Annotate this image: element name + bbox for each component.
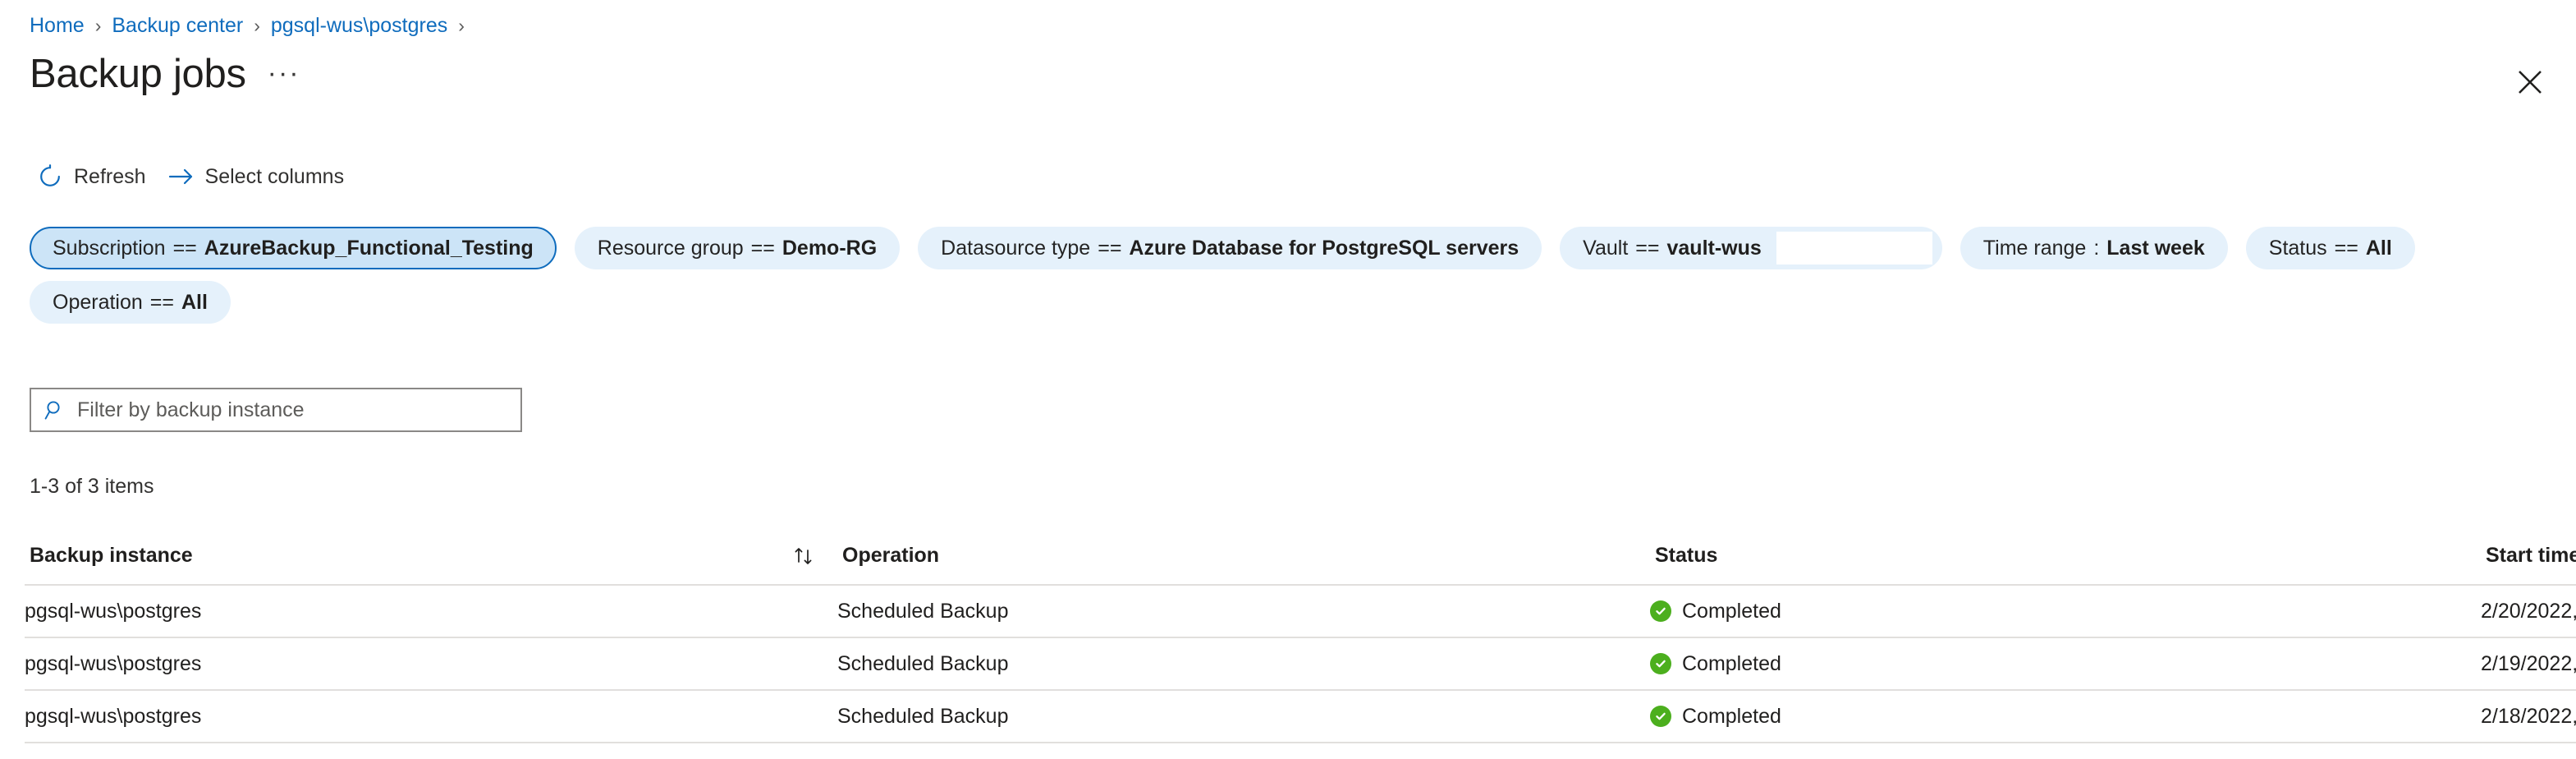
filter-value: Azure Database for PostgreSQL servers: [1129, 236, 1519, 260]
cell-status: Completed: [1650, 690, 2481, 743]
column-label: Backup instance: [30, 544, 193, 567]
filter-operator: ==: [172, 236, 197, 260]
filter-key: Time range: [1982, 236, 2087, 260]
filter-operator: ==: [149, 290, 174, 314]
cell-backup-instance: pgsql-wus\postgres: [25, 637, 837, 691]
column-label: Status: [1655, 544, 1718, 567]
status-success-icon: [1650, 653, 1671, 674]
cell-operation: Scheduled Backup: [837, 637, 1650, 691]
vault-filter-input[interactable]: [1776, 232, 1932, 264]
arrow-right-icon: [167, 163, 195, 191]
filter-pill-datasource-type[interactable]: Datasource type == Azure Database for Po…: [918, 227, 1542, 269]
filter-operator: ==: [750, 236, 775, 260]
column-header-backup-instance[interactable]: Backup instance: [25, 527, 837, 586]
filter-value: Demo-RG: [782, 236, 878, 260]
search-icon: [43, 398, 67, 422]
status-label: Completed: [1682, 599, 1781, 623]
breadcrumb-separator: ›: [94, 14, 102, 36]
column-label: Operation: [842, 544, 940, 567]
search-input[interactable]: [76, 397, 509, 423]
item-count-label: 1-3 of 3 items: [30, 475, 154, 498]
filter-value: AzureBackup_Functional_Testing: [204, 236, 534, 260]
filter-operator: ==: [1098, 236, 1122, 260]
cell-status: Completed: [1650, 637, 2481, 691]
cell-start-time: 2/19/2022, 8:00:09 PM: [2481, 637, 2576, 691]
page-more-menu-button[interactable]: ···: [268, 59, 300, 87]
column-label: Start time: [2486, 544, 2576, 567]
backup-jobs-table: Backup instance Operation Status Start t…: [25, 527, 2576, 743]
table-row[interactable]: pgsql-wus\postgres Scheduled Backup Comp…: [25, 585, 2576, 638]
refresh-button[interactable]: Refresh: [30, 154, 161, 199]
filter-key: Vault: [1583, 236, 1629, 260]
filter-value: All: [181, 290, 208, 314]
filter-key: Datasource type: [941, 236, 1091, 260]
breadcrumb-item-pgsql-wus-postgres[interactable]: pgsql-wus\postgres: [271, 14, 447, 38]
filter-key: Resource group: [597, 236, 744, 260]
page-title: Backup jobs: [30, 52, 246, 96]
filter-pill-vault[interactable]: Vault == vault-wus: [1560, 227, 1942, 269]
filter-pill-resource-group[interactable]: Resource group == Demo-RG: [574, 227, 901, 269]
filter-key: Subscription: [53, 236, 166, 260]
filter-operator: ==: [2334, 236, 2358, 260]
status-success-icon: [1650, 600, 1671, 622]
filter-pill-time-range[interactable]: Time range : Last week: [1960, 227, 2228, 269]
filter-value: Last week: [2106, 236, 2205, 260]
filter-key: Operation: [53, 290, 143, 314]
breadcrumb-separator: ›: [458, 14, 465, 36]
refresh-icon: [36, 163, 64, 191]
search-box[interactable]: [30, 388, 522, 432]
sort-icon[interactable]: [790, 542, 818, 570]
close-button[interactable]: [2507, 61, 2553, 104]
refresh-label: Refresh: [74, 164, 146, 188]
filter-pill-subscription[interactable]: Subscription == AzureBackup_Functional_T…: [30, 227, 557, 269]
cell-start-time: 2/18/2022, 8:00:01 PM: [2481, 690, 2576, 743]
filter-operator: :: [2093, 236, 2100, 260]
status-label: Completed: [1682, 704, 1781, 728]
filter-value: vault-wus: [1666, 236, 1762, 260]
breadcrumb-item-home[interactable]: Home: [30, 14, 85, 38]
command-bar: Refresh Select columns: [30, 154, 359, 199]
status-success-icon: [1650, 706, 1671, 727]
cell-start-time: 2/20/2022, 8:00:04 PM: [2481, 585, 2576, 638]
table-row[interactable]: pgsql-wus\postgres Scheduled Backup Comp…: [25, 637, 2576, 691]
close-icon: [2518, 70, 2542, 94]
status-label: Completed: [1682, 651, 1781, 675]
table-header-row: Backup instance Operation Status Start t…: [25, 527, 2576, 586]
breadcrumb-separator: ›: [254, 14, 260, 36]
select-columns-label: Select columns: [204, 164, 345, 188]
filter-value: All: [2365, 236, 2392, 260]
filter-key: Status: [2268, 236, 2327, 260]
column-header-status[interactable]: Status: [1650, 527, 2481, 586]
select-columns-button[interactable]: Select columns: [161, 154, 360, 199]
filter-pill-operation[interactable]: Operation == All: [30, 281, 231, 324]
column-header-operation[interactable]: Operation: [837, 527, 1650, 586]
table-row[interactable]: pgsql-wus\postgres Scheduled Backup Comp…: [25, 690, 2576, 743]
breadcrumb-item-backup-center[interactable]: Backup center: [112, 14, 243, 38]
breadcrumb: Home › Backup center › pgsql-wus\postgre…: [30, 12, 475, 39]
filter-operator: ==: [1635, 236, 1660, 260]
filter-pill-status[interactable]: Status == All: [2245, 227, 2415, 269]
cell-operation: Scheduled Backup: [837, 690, 1650, 743]
filter-pill-list: Subscription == AzureBackup_Functional_T…: [30, 227, 2550, 324]
cell-status: Completed: [1650, 585, 2481, 638]
cell-operation: Scheduled Backup: [837, 585, 1650, 638]
column-header-start-time[interactable]: Start time: [2481, 527, 2576, 586]
cell-backup-instance: pgsql-wus\postgres: [25, 690, 837, 743]
page-header: Backup jobs ···: [30, 51, 300, 97]
cell-backup-instance: pgsql-wus\postgres: [25, 585, 837, 638]
